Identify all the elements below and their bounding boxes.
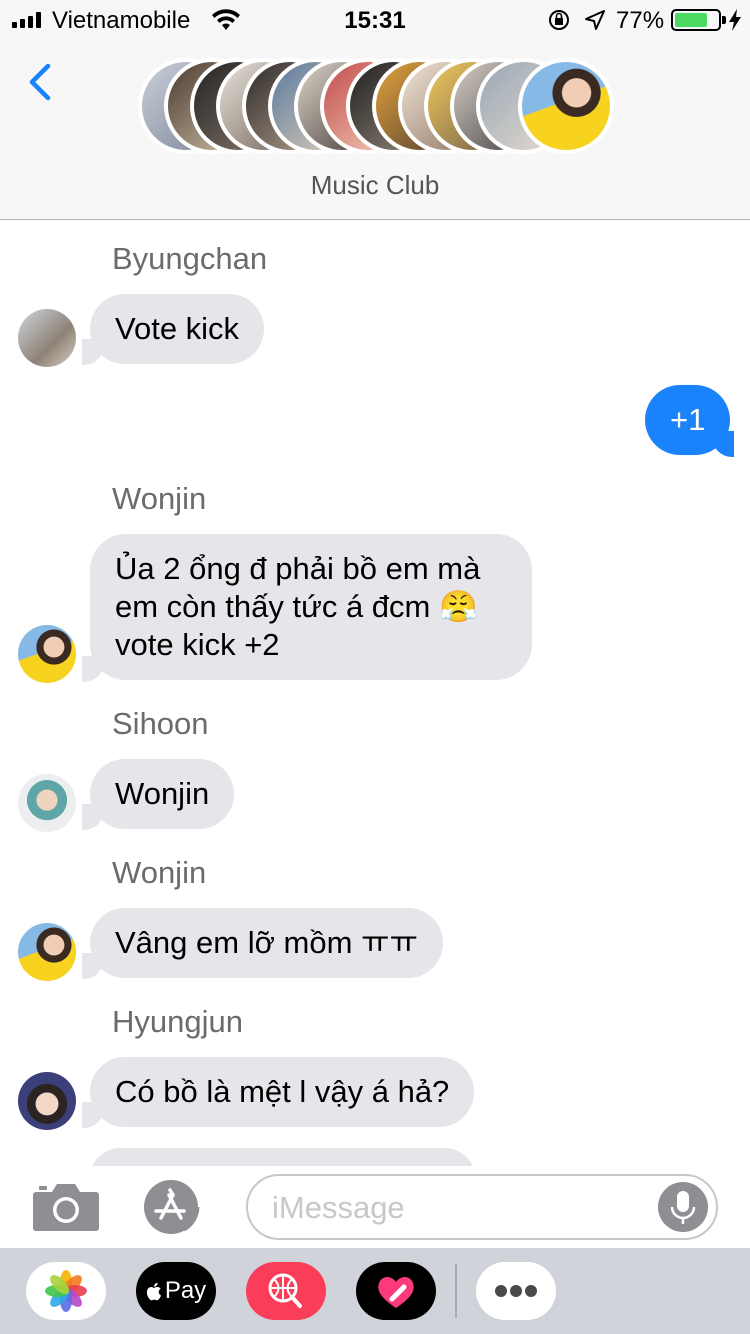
message-bubble[interactable]: +1 (645, 385, 731, 455)
apple-logo-icon (146, 1282, 161, 1300)
sender-name: Hyungjun (112, 1004, 243, 1039)
battery-percentage: 77% (616, 7, 665, 34)
more-apps-button[interactable] (476, 1262, 556, 1320)
app-drawer: Pay (0, 1248, 750, 1334)
apple-pay-button[interactable]: Pay (136, 1262, 216, 1320)
app-store-icon[interactable] (140, 1178, 212, 1236)
more-dots-icon (495, 1285, 537, 1297)
image-search-app-button[interactable] (246, 1262, 326, 1320)
sender-name: Wonjin (112, 481, 207, 516)
message-list[interactable]: Byungchan Vote kick +1 Wonjin Ủa 2 ổng đ… (0, 221, 750, 1166)
photos-app-button[interactable] (26, 1262, 106, 1320)
group-avatar-stack[interactable] (138, 58, 618, 154)
sender-avatar[interactable] (18, 774, 76, 832)
digital-touch-app-button[interactable] (356, 1262, 436, 1320)
battery-icon (671, 9, 726, 31)
message-field[interactable] (246, 1174, 718, 1240)
message-bubble[interactable]: Wonjin (90, 759, 235, 829)
group-member-avatar (518, 58, 614, 154)
heart-touch-icon (378, 1276, 414, 1308)
message-bubble[interactable]: Vote kick (90, 294, 265, 364)
message-bubble[interactable]: Ủa 2 ổng đ phải bồ em mà em còn thấy tức… (90, 534, 532, 680)
sender-name: Sihoon (112, 706, 209, 741)
message-input[interactable] (272, 1186, 652, 1230)
photos-icon (45, 1270, 87, 1312)
charging-bolt-icon (729, 9, 741, 31)
sender-avatar[interactable] (18, 625, 76, 683)
message-bubble[interactable]: Có bồ là mệt l vậy á hả? (90, 1057, 475, 1127)
sender-avatar[interactable] (18, 923, 76, 981)
microphone-button[interactable] (658, 1182, 708, 1232)
group-name[interactable]: Music Club (0, 170, 750, 201)
rotation-lock-icon (549, 10, 569, 30)
globe-search-icon (268, 1273, 302, 1308)
apple-pay-label: Pay (164, 1277, 207, 1304)
sender-avatar[interactable] (18, 309, 76, 367)
message-bubble-partial[interactable] (90, 1148, 475, 1166)
sender-name: Wonjin (112, 855, 207, 890)
message-bubble[interactable]: Vâng em lỡ mồm ㅠㅠ (90, 908, 444, 978)
status-bar: Vietnamobile 15:31 77% (0, 0, 750, 40)
sender-name: Byungchan (112, 241, 268, 276)
sender-avatar[interactable] (18, 1072, 76, 1130)
conversation-header: Music Club (0, 40, 750, 220)
camera-icon[interactable] (32, 1180, 100, 1232)
location-arrow-icon (585, 10, 605, 30)
back-chevron-icon[interactable] (22, 60, 58, 104)
drawer-divider (455, 1264, 457, 1318)
microphone-icon (670, 1191, 696, 1224)
compose-bar (0, 1166, 750, 1248)
